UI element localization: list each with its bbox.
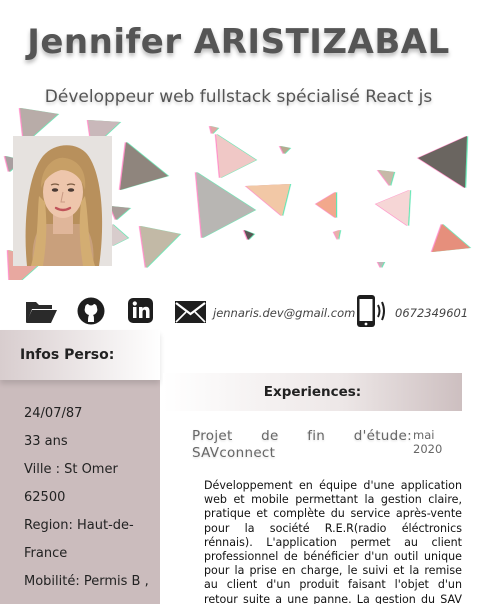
triangle-shape — [378, 262, 384, 268]
triangle-shape — [418, 136, 467, 188]
list-item: Mobilité: Permis B , — [24, 574, 149, 589]
linkedin-icon[interactable] — [127, 296, 155, 328]
triangle-shape — [216, 134, 256, 178]
triangle-shape — [112, 224, 128, 246]
project-description: Développement en équipe d'une applicatio… — [204, 479, 462, 604]
triangle-shape — [432, 224, 470, 252]
personal-info-list: 24/07/87 33 ans Ville : St Omer 62500 Re… — [24, 400, 156, 596]
portrait-illustration — [13, 136, 112, 266]
github-icon[interactable] — [76, 296, 106, 330]
list-item: 62500 — [24, 490, 66, 505]
folder-icon[interactable] — [24, 296, 58, 330]
triangle-shape — [280, 146, 290, 154]
project-date-year: 2020 — [413, 442, 443, 456]
personal-info-title: Infos Perso: — [0, 330, 160, 380]
profile-photo — [13, 136, 112, 266]
contact-row: jennaris.dev@gmail.com 0672349601 — [0, 292, 477, 332]
email-text[interactable]: jennaris.dev@gmail.com — [213, 306, 355, 320]
triangle-shape — [316, 192, 336, 218]
list-item: 24/07/87 — [24, 406, 83, 421]
project-title-line2: SAVconnect — [192, 445, 276, 461]
triangle-shape — [334, 230, 340, 240]
project-title-line1: Projet de fin d'étude: — [192, 428, 412, 444]
list-item: Region: Haut-de- — [24, 518, 134, 533]
triangle-shape — [196, 172, 255, 238]
project-date-month: mai — [413, 428, 435, 442]
triangle-shape — [140, 226, 180, 268]
mail-icon[interactable] — [174, 300, 207, 328]
list-item: 33 ans — [24, 434, 68, 449]
page-title: Jennifer ARISTIZABAL — [27, 22, 450, 62]
triangle-shape — [120, 142, 168, 190]
phone-text[interactable]: 0672349601 — [395, 306, 468, 320]
triangle-shape — [378, 170, 394, 186]
triangle-shape — [376, 190, 410, 226]
list-item: France — [24, 546, 68, 561]
personal-info-panel: Infos Perso: 24/07/87 33 ans Ville : St … — [0, 330, 160, 604]
project-date: mai 2020 — [413, 428, 453, 456]
project-title: Projet de fin d'étude: SAVconnect — [192, 428, 412, 462]
triangle-shape — [210, 126, 218, 134]
experiences-title: Experiences: — [163, 373, 462, 411]
phone-icon[interactable] — [355, 294, 391, 332]
triangle-shape — [244, 230, 254, 240]
triangle-shape — [110, 206, 130, 220]
list-item: Ville : St Omer — [24, 462, 118, 477]
